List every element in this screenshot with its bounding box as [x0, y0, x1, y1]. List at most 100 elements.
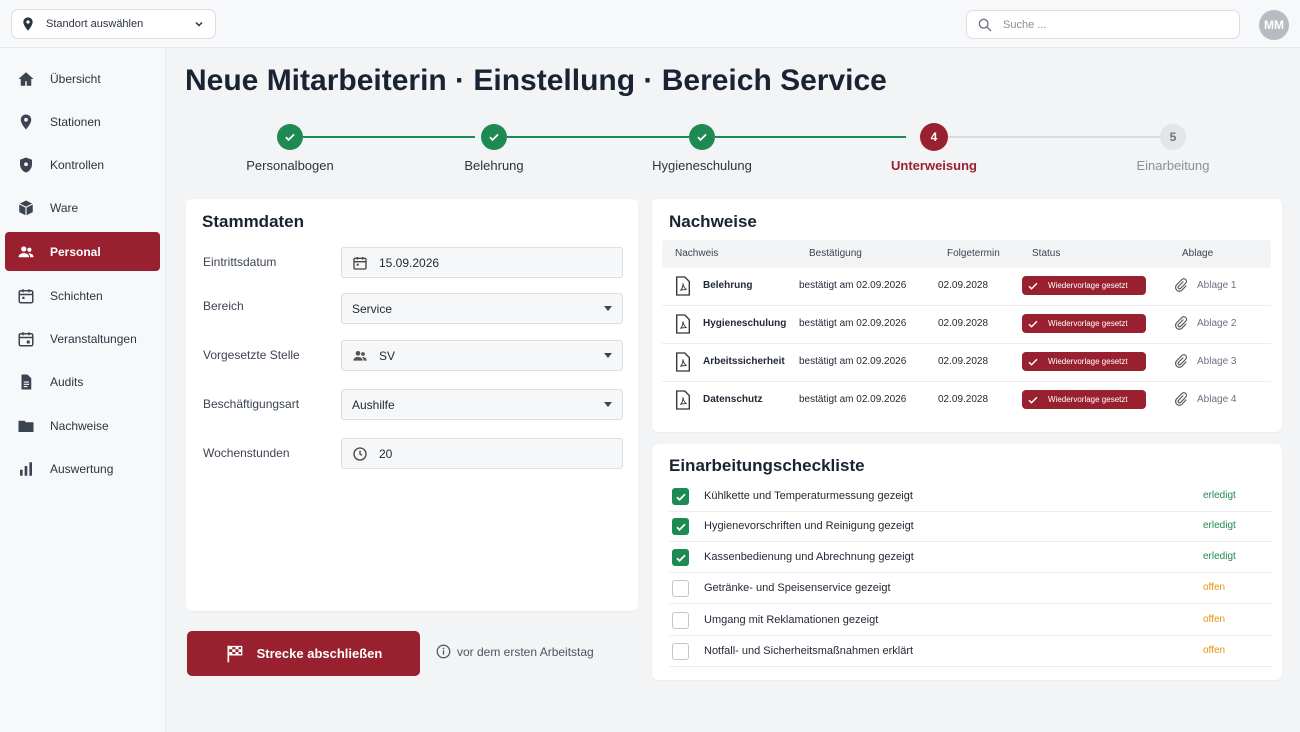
check-icon	[675, 523, 686, 531]
step-5-label: Einarbeitung	[1136, 158, 1210, 173]
step-4-indicator[interactable]: 4	[920, 123, 948, 151]
cell-bestaetigung: bestätigt am 02.09.2026	[799, 394, 907, 405]
bar-chart-icon	[17, 460, 35, 478]
search-input[interactable]	[1003, 18, 1229, 31]
table-row[interactable]: Belehrung bestätigt am 02.09.2026 02.09.…	[662, 268, 1271, 306]
sidebar-item-audits[interactable]: Audits	[5, 362, 160, 401]
status-text: Wiedervorlage gesetzt	[1048, 395, 1128, 404]
entry-date-field[interactable]: 15.09.2026	[341, 247, 623, 278]
step-1-indicator[interactable]	[277, 124, 303, 150]
finish-process-button[interactable]: Strecke abschließen	[187, 631, 420, 676]
checklist-state: offen	[1203, 582, 1226, 593]
check-icon	[1027, 318, 1039, 330]
checkbox[interactable]	[672, 518, 689, 535]
checkbox[interactable]	[672, 549, 689, 566]
avatar[interactable]: MM	[1259, 10, 1289, 40]
cell-nachweis: Hygieneschulung	[703, 318, 787, 329]
status-badge[interactable]: Wiedervorlage gesetzt	[1022, 276, 1146, 295]
step-3-indicator[interactable]	[689, 124, 715, 150]
sidebar-item-stationen[interactable]: Stationen	[5, 102, 160, 141]
file-link[interactable]: Ablage 2	[1174, 316, 1236, 330]
shield-icon	[17, 156, 35, 174]
cell-nachweis: Arbeitssicherheit	[703, 356, 785, 367]
checkbox[interactable]	[672, 580, 689, 597]
step-connector	[507, 136, 689, 138]
field-label: Eintrittsdatum	[203, 255, 277, 269]
file-label: Ablage 4	[1197, 393, 1237, 405]
hint-text: vor dem ersten Arbeitstag	[436, 644, 594, 659]
status-badge[interactable]: Wiedervorlage gesetzt	[1022, 390, 1146, 409]
status-badge[interactable]: Wiedervorlage gesetzt	[1022, 314, 1146, 333]
sidebar-item-label: Auswertung	[50, 461, 114, 476]
area-select[interactable]: Service	[341, 293, 623, 324]
table-row[interactable]: Hygieneschulung bestätigt am 02.09.2026 …	[662, 306, 1271, 344]
column-header: Bestätigung	[809, 248, 862, 259]
info-icon	[436, 644, 451, 659]
table-row[interactable]: Datenschutz bestätigt am 02.09.2026 02.0…	[662, 382, 1271, 420]
sidebar-item-label: Personal	[50, 244, 101, 259]
checkbox[interactable]	[672, 643, 689, 660]
nachweise-title: Nachweise	[669, 212, 757, 231]
location-pin-icon	[17, 113, 35, 131]
hint-label: vor dem ersten Arbeitstag	[457, 644, 594, 659]
checkbox[interactable]	[672, 612, 689, 629]
checklist-state: erledigt	[1203, 520, 1236, 531]
field-value: Aushilfe	[352, 397, 395, 412]
sidebar-item-label: Kontrollen	[50, 157, 105, 172]
file-link[interactable]: Ablage 4	[1174, 392, 1236, 406]
employment-type-select[interactable]: Aushilfe	[341, 389, 623, 420]
sidebar-item-nachweise[interactable]: Nachweise	[5, 406, 160, 445]
supervisor-select[interactable]: SV	[341, 340, 623, 371]
sidebar-item-schichten[interactable]: Schichten	[5, 276, 160, 315]
step-2-label: Belehrung	[464, 158, 524, 173]
checklist-state: erledigt	[1203, 490, 1236, 501]
chevron-down-icon	[193, 18, 205, 30]
sidebar-item-kontrollen[interactable]: Kontrollen	[5, 145, 160, 184]
paperclip-icon	[1174, 316, 1188, 330]
field-label: Beschäftigungsart	[203, 397, 300, 411]
cell-folgetermin: 02.09.2028	[938, 318, 989, 329]
search-box[interactable]	[966, 10, 1240, 39]
status-badge[interactable]: Wiedervorlage gesetzt	[1022, 352, 1146, 371]
step-1-label: Personalbogen	[246, 158, 334, 173]
checklist-text: Umgang mit Reklamationen gezeigt	[704, 614, 879, 626]
pdf-document-icon	[676, 276, 690, 296]
checklist-title: Einarbeitungscheckliste	[669, 456, 865, 475]
table-header: Nachweis Bestätigung Folgetermin Status …	[662, 240, 1271, 268]
checklist-card: Einarbeitungscheckliste Kühlkette und Te…	[652, 444, 1282, 680]
checklist-state: offen	[1203, 614, 1226, 625]
check-icon	[675, 493, 686, 501]
status-text: Wiedervorlage gesetzt	[1048, 357, 1128, 366]
field-label: Wochenstunden	[203, 446, 290, 460]
sidebar-item-auswertung[interactable]: Auswertung	[5, 449, 160, 488]
calendar-icon	[352, 255, 368, 271]
checkbox[interactable]	[672, 488, 689, 505]
cell-nachweis: Datenschutz	[703, 394, 763, 405]
column-header: Ablage	[1182, 248, 1214, 259]
file-label: Ablage 2	[1197, 317, 1237, 329]
status-text: Wiedervorlage gesetzt	[1048, 319, 1128, 328]
cell-bestaetigung: bestätigt am 02.09.2026	[799, 356, 907, 367]
sidebar-item-label: Audits	[50, 374, 84, 389]
file-link[interactable]: Ablage 3	[1174, 354, 1236, 368]
step-5-indicator[interactable]: 5	[1160, 124, 1186, 150]
caret-down-icon	[604, 402, 612, 407]
sidebar-item-ware[interactable]: Ware	[5, 188, 160, 227]
checklist-item: Notfall- und Sicherheitsmaßnahmen erklär…	[669, 636, 1272, 667]
stammdaten-card: Stammdaten Eintrittsdatum 15.09.2026 Ber…	[186, 199, 638, 611]
weekly-hours-field[interactable]: 20	[341, 438, 623, 469]
sidebar-item-label: Ware	[50, 200, 79, 215]
location-select-label: Standort auswählen	[46, 18, 144, 30]
checklist-text: Getränke- und Speisenservice gezeigt	[704, 582, 891, 594]
sidebar-item-uebersicht[interactable]: Übersicht	[5, 59, 160, 98]
file-link[interactable]: Ablage 1	[1174, 278, 1236, 292]
checklist-state: offen	[1203, 645, 1226, 656]
table-row[interactable]: Arbeitssicherheit bestätigt am 02.09.202…	[662, 344, 1271, 382]
caret-down-icon	[604, 353, 612, 358]
document-icon	[17, 373, 35, 391]
sidebar-item-veranstaltungen[interactable]: Veranstaltungen	[5, 319, 160, 358]
step-2-indicator[interactable]	[481, 124, 507, 150]
location-select[interactable]: Standort auswählen	[11, 9, 216, 39]
sidebar-item-personal[interactable]: Personal	[5, 232, 160, 271]
search-icon	[977, 17, 993, 33]
